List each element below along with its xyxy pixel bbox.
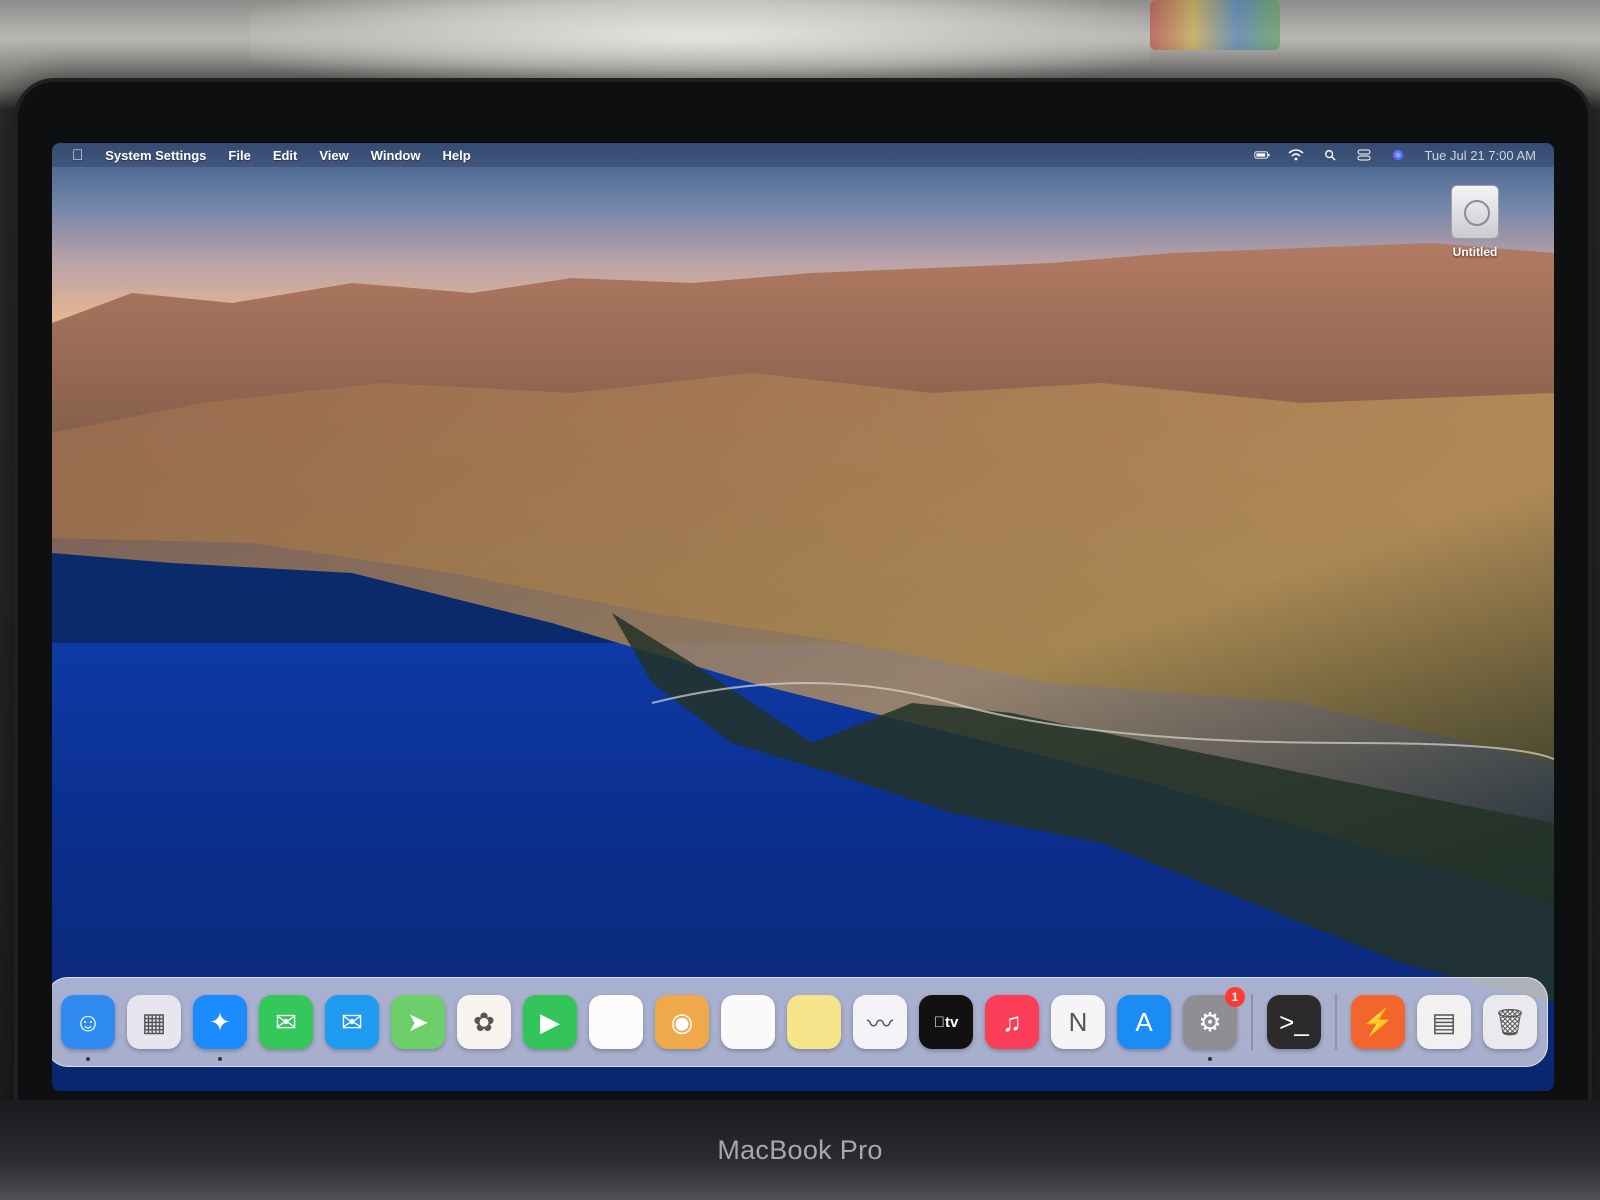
music-icon[interactable]: ♫ (985, 995, 1039, 1049)
battery-icon[interactable] (1254, 149, 1271, 161)
control-center-icon[interactable] (1356, 149, 1372, 161)
running-indicator (218, 1057, 222, 1061)
notes-icon[interactable] (787, 995, 841, 1049)
messages-icon[interactable]: ✉ (259, 995, 313, 1049)
facetime-icon[interactable]: ▶ (523, 995, 577, 1049)
siri-icon[interactable] (1390, 149, 1406, 161)
plastic-bag (250, 0, 1150, 90)
dock-separator (1251, 994, 1253, 1050)
external-disk-icon (1451, 185, 1499, 239)
desktop-drive[interactable]: Untitled (1440, 185, 1510, 259)
menu-file[interactable]: File (228, 148, 250, 163)
menu-view[interactable]: View (319, 148, 348, 163)
terminal-icon[interactable]: >_ (1267, 995, 1321, 1049)
wallpaper-mountains (52, 243, 1554, 1003)
finder-icon[interactable]: ☺ (61, 995, 115, 1061)
apple-logo-icon[interactable]:  (72, 147, 83, 164)
spotlight-search-icon[interactable] (1322, 149, 1338, 161)
dock: ☺▦✦✉✉➤✿▶◉〰tv♫NA⚙1>_⚡▤🗑 (52, 977, 1548, 1067)
wifi-icon[interactable] (1288, 149, 1304, 161)
desktop-screen:  System Settings File Edit View Window … (52, 143, 1554, 1091)
laptop-brand-label: MacBook Pro (717, 1135, 883, 1165)
menu-app-name[interactable]: System Settings (105, 148, 206, 163)
system-settings-icon[interactable]: ⚙ 1 (1183, 987, 1245, 1061)
photos-icon[interactable]: ✿ (457, 995, 511, 1049)
trash-icon[interactable]: 🗑 (1483, 995, 1537, 1049)
mail-icon[interactable]: ✉ (325, 995, 379, 1049)
menu-edit[interactable]: Edit (273, 148, 298, 163)
menu-bar:  System Settings File Edit View Window … (52, 143, 1554, 167)
notification-badge: 1 (1225, 987, 1245, 1007)
launchpad-icon[interactable]: ▦ (127, 995, 181, 1049)
running-indicator (86, 1057, 90, 1061)
spark-app-icon[interactable]: ⚡ (1351, 995, 1405, 1049)
maps-icon[interactable]: ➤ (391, 995, 445, 1049)
safari-icon[interactable]: ✦ (193, 995, 247, 1061)
background-toys (1150, 0, 1280, 50)
contacts-icon[interactable]: ◉ (655, 995, 709, 1049)
apple-tv-icon[interactable]: tv (919, 995, 973, 1049)
calendar-icon[interactable] (589, 995, 643, 1049)
news-icon[interactable]: N (1051, 995, 1105, 1049)
menu-help[interactable]: Help (442, 148, 470, 163)
freeform-icon[interactable]: 〰 (853, 995, 907, 1049)
downloads-stack-icon[interactable]: ▤ (1417, 995, 1471, 1049)
dock-separator (1335, 994, 1337, 1050)
menu-window[interactable]: Window (371, 148, 421, 163)
desktop-drive-label: Untitled (1452, 245, 1498, 259)
running-indicator (1208, 1057, 1212, 1061)
menu-bar-clock[interactable]: Tue Jul 21 7:00 AM (1424, 148, 1536, 163)
menu-bar-status-area: Tue Jul 21 7:00 AM (1254, 143, 1536, 167)
app-store-icon[interactable]: A (1117, 995, 1171, 1049)
reminders-icon[interactable] (721, 995, 775, 1049)
